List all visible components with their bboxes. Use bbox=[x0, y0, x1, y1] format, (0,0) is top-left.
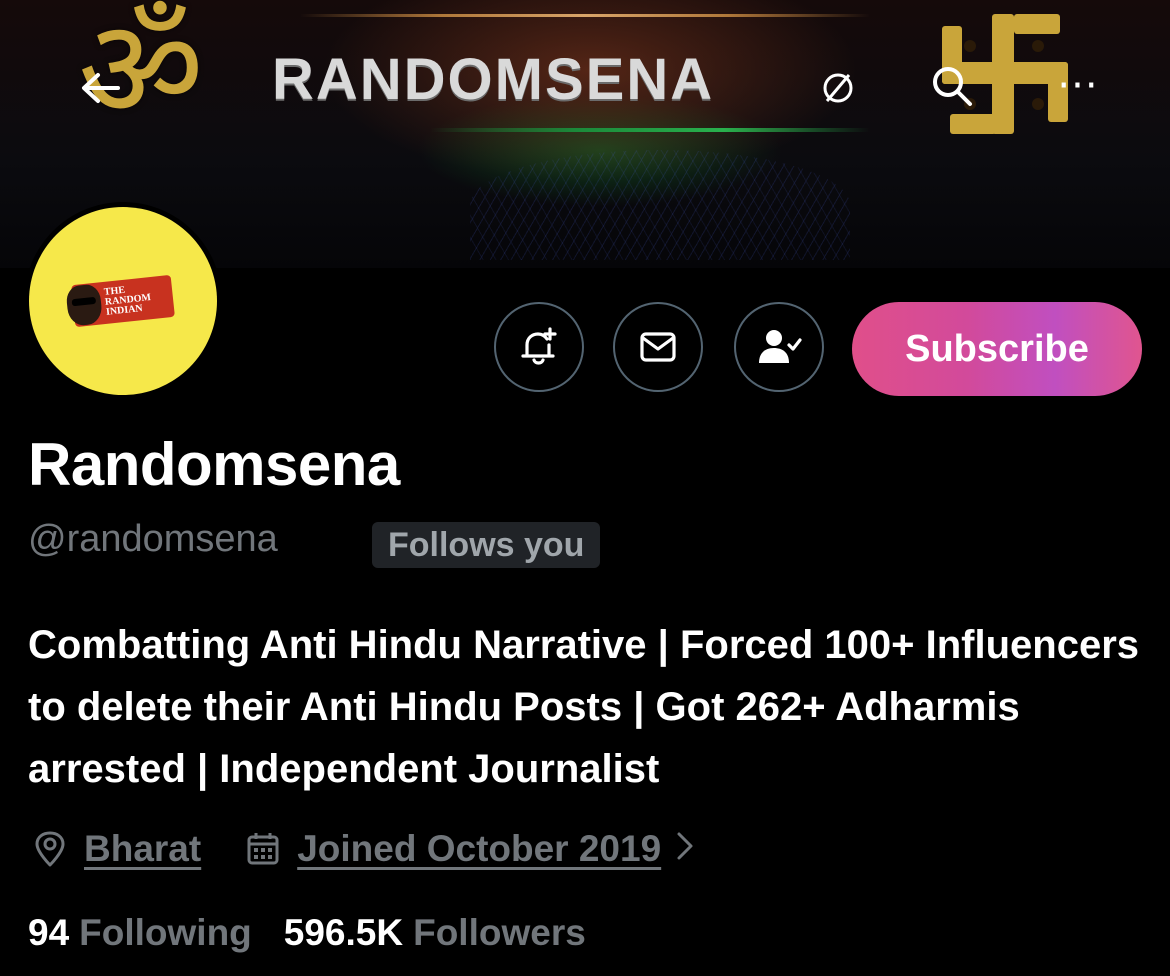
profile-meta-row: Bharat Joined October 2019 bbox=[30, 822, 695, 876]
notifications-button[interactable] bbox=[494, 302, 584, 392]
follows-you-badge: Follows you bbox=[372, 522, 601, 568]
random-indian-logo: THE RANDOM INDIAN bbox=[65, 274, 175, 328]
followers-label: Followers bbox=[413, 912, 586, 953]
following-count: 94 bbox=[28, 912, 70, 953]
arrow-left-icon bbox=[82, 73, 120, 103]
person-check-icon bbox=[759, 330, 802, 363]
joined-date-link[interactable]: Joined October 2019 bbox=[297, 828, 661, 870]
following-label: Following bbox=[79, 912, 252, 953]
location-pin-icon bbox=[30, 829, 70, 869]
message-button[interactable] bbox=[613, 302, 703, 392]
location-item[interactable]: Bharat bbox=[30, 828, 201, 870]
more-horizontal-icon: ··· bbox=[1057, 63, 1099, 109]
followers-stat[interactable]: 596.5K Followers bbox=[284, 912, 586, 954]
banner-mesh-decoration bbox=[470, 150, 850, 260]
following-button[interactable] bbox=[734, 302, 824, 392]
display-name: Randomsena bbox=[28, 431, 400, 498]
chevron-right-icon bbox=[675, 827, 695, 872]
avatar-image: THE RANDOM INDIAN bbox=[29, 207, 217, 395]
avatar-face-icon bbox=[65, 283, 104, 327]
more-options-button[interactable]: ··· bbox=[1048, 56, 1108, 116]
avatar[interactable]: THE RANDOM INDIAN bbox=[24, 202, 222, 400]
envelope-icon bbox=[640, 332, 676, 362]
banner-saffron-stripe bbox=[300, 14, 870, 17]
back-button[interactable] bbox=[70, 58, 130, 118]
no-image-icon bbox=[823, 73, 853, 103]
location-link[interactable]: Bharat bbox=[84, 828, 201, 870]
following-stat[interactable]: 94 Following bbox=[28, 912, 252, 954]
search-button[interactable] bbox=[922, 56, 982, 116]
subscribe-button[interactable]: Subscribe bbox=[852, 302, 1142, 396]
follow-stats: 94 Following 596.5K Followers bbox=[28, 908, 618, 958]
banner-title: RANDOMSENA bbox=[272, 47, 715, 112]
handle: @randomsena bbox=[28, 518, 278, 560]
calendar-icon bbox=[243, 829, 283, 869]
avatar-logo-line-3: INDIAN bbox=[105, 303, 144, 318]
followers-count: 596.5K bbox=[283, 912, 404, 953]
search-icon bbox=[933, 67, 972, 106]
banner-green-stripe bbox=[430, 128, 870, 132]
joined-item[interactable]: Joined October 2019 bbox=[243, 827, 695, 872]
bio: Combatting Anti Hindu Narrative | Forced… bbox=[28, 623, 1140, 791]
bell-plus-icon bbox=[521, 327, 557, 365]
avatar-logo-text: THE RANDOM INDIAN bbox=[103, 283, 153, 318]
banner-edit-overlay bbox=[808, 58, 868, 118]
